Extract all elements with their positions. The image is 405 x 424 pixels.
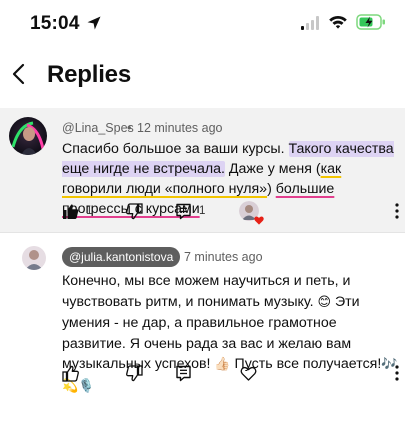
- reply-count: 1: [199, 205, 206, 217]
- location-arrow-icon: [87, 16, 101, 30]
- comment: @Lina_Spes • 12 minutes ago Спасибо боль…: [0, 108, 405, 232]
- comment-time: 12 minutes ago: [137, 121, 223, 135]
- thumbs-down-icon: [126, 364, 143, 381]
- comment-text-part: Даже у меня (: [224, 161, 321, 177]
- battery-charging-icon: [356, 14, 385, 30]
- reply-button[interactable]: [175, 361, 192, 385]
- meta-separator: •: [127, 121, 132, 135]
- comment-text-part: ): [267, 181, 276, 197]
- replies-button[interactable]: 1: [175, 199, 205, 223]
- status-time: 15:04: [30, 13, 80, 34]
- meta-separator: •: [174, 250, 179, 264]
- wifi-icon: [329, 15, 347, 29]
- smiling-face-emoji: 😊: [317, 294, 332, 310]
- page-header: Replies: [0, 52, 405, 98]
- more-vert-icon[interactable]: [394, 202, 400, 220]
- creator-author-badge[interactable]: @julia.kantonistova: [62, 247, 181, 267]
- thumbs-down-icon: [126, 202, 143, 219]
- dislike-button[interactable]: [126, 199, 143, 223]
- like-button[interactable]: 1: [62, 199, 92, 223]
- reply-actions: [0, 361, 405, 385]
- like-count: 1: [86, 205, 93, 217]
- divider: [0, 232, 405, 233]
- cellular-signal-icon: [301, 16, 319, 30]
- heart-outline-icon: [240, 366, 257, 381]
- avatar[interactable]: [22, 246, 46, 270]
- dislike-button[interactable]: [126, 361, 143, 385]
- comment-text-part: Спасибо большое за ваши курсы.: [62, 141, 289, 157]
- heart-icon: [254, 216, 264, 225]
- status-bar: 15:04: [0, 0, 405, 48]
- page-title: Replies: [47, 61, 131, 88]
- like-button[interactable]: [62, 361, 79, 385]
- thumbs-up-icon: [63, 203, 79, 219]
- creator-heart-badge[interactable]: [239, 201, 264, 225]
- comment-actions: 1 1: [0, 199, 405, 225]
- avatar[interactable]: [9, 117, 47, 155]
- chevron-left-icon[interactable]: [10, 62, 28, 86]
- comment-author[interactable]: @Lina_Spes: [62, 121, 134, 135]
- heart-button[interactable]: [240, 361, 257, 385]
- reply-comment-icon: [176, 365, 191, 381]
- reply-comment-icon: [176, 203, 191, 219]
- reply-text-part: Конечно, мы все можем научиться и петь, …: [62, 273, 351, 310]
- thumbs-up-icon: [62, 365, 79, 382]
- reply-time: 7 minutes ago: [184, 250, 263, 264]
- more-vert-icon[interactable]: [394, 364, 400, 382]
